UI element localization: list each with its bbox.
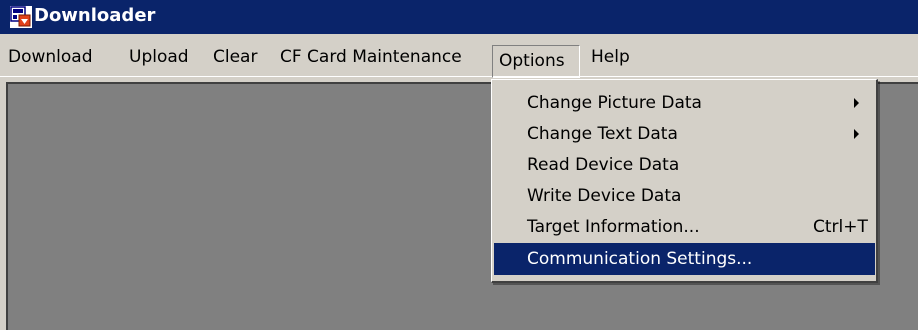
window-title: Downloader [34,5,156,26]
menu-upload[interactable]: Upload [123,42,195,72]
submenu-arrow-icon [854,129,859,139]
menuitem-label: Communication Settings... [527,249,753,269]
menuitem-change-text-data[interactable]: Change Text Data [494,118,875,150]
menu-bar: Download Upload Clear CF Card Maintenanc… [0,34,918,78]
menuitem-communication-settings[interactable]: Communication Settings... [494,243,875,275]
menu-options[interactable]: Options [492,45,580,78]
title-bar[interactable]: Downloader [0,0,918,34]
menuitem-target-information[interactable]: Target Information... Ctrl+T [494,211,875,243]
downloader-window: Downloader Download Upload Clear CF Card… [0,0,918,330]
menuitem-label: Read Device Data [527,155,680,175]
menuitem-shortcut: Ctrl+T [813,217,868,237]
menuitem-label: Target Information... [527,217,700,237]
submenu-arrow-icon [854,98,859,108]
options-dropdown-menu: Change Picture Data Change Text Data Rea… [491,79,878,283]
menuitem-label: Change Picture Data [527,93,702,113]
menuitem-label: Change Text Data [527,124,678,144]
menuitem-label: Write Device Data [527,186,682,206]
menu-download[interactable]: Download [2,42,99,72]
menu-cf-card-maintenance[interactable]: CF Card Maintenance [274,42,468,72]
menuitem-read-device-data[interactable]: Read Device Data [494,149,875,181]
menuitem-write-device-data[interactable]: Write Device Data [494,180,875,212]
menu-help[interactable]: Help [585,42,636,72]
menu-clear[interactable]: Clear [207,42,263,72]
downloader-app-icon[interactable] [10,6,32,28]
menuitem-change-picture-data[interactable]: Change Picture Data [494,87,875,119]
